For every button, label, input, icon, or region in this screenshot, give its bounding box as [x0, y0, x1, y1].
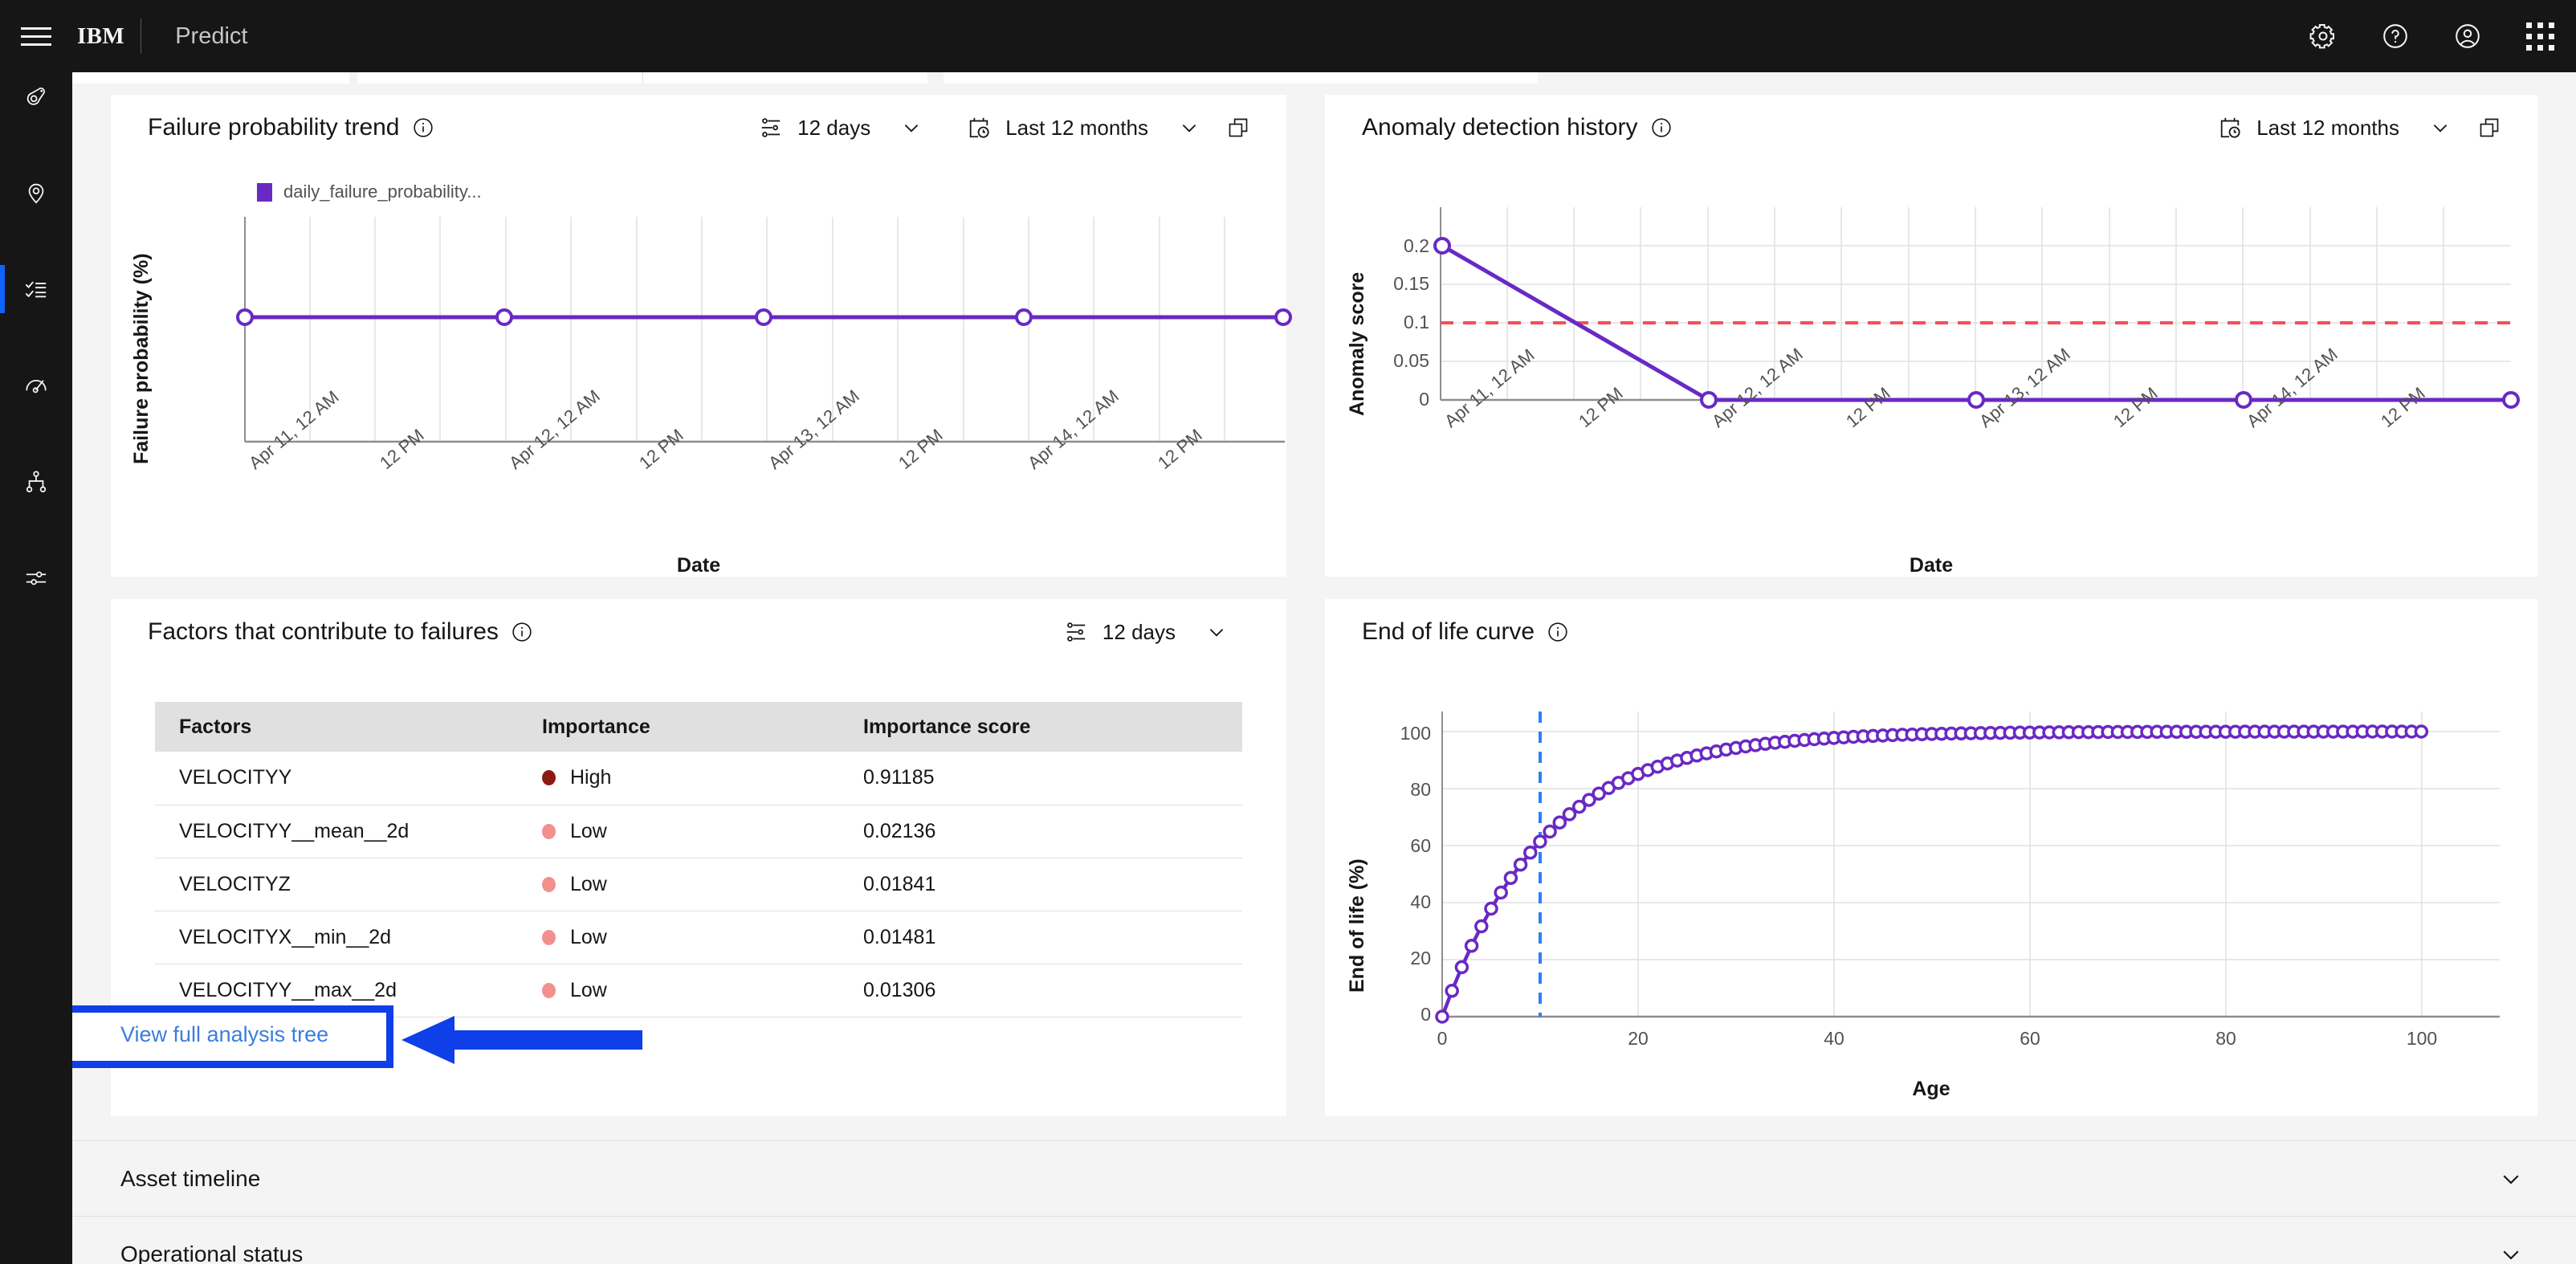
- table-row[interactable]: VELOCITYX__min__2d Low 0.01481: [155, 911, 1242, 964]
- table-row[interactable]: VELOCITYY__mean__2d Low 0.02136: [155, 805, 1242, 858]
- info-icon[interactable]: [512, 622, 532, 642]
- status-dot-low: [542, 823, 556, 839]
- status-dot-low: [542, 876, 556, 892]
- granularity-select-factors[interactable]: 12 days: [1064, 620, 1227, 645]
- table-row[interactable]: VELOCITYZ Low 0.01841: [155, 858, 1242, 911]
- status-dot-high: [542, 770, 556, 786]
- status-dot-low: [542, 982, 556, 998]
- brand-ibm: IBM: [77, 22, 125, 49]
- accordion-label: Operational status: [120, 1241, 304, 1264]
- x-axis-title-eol: Age: [1912, 1078, 1950, 1100]
- app-header: IBM Predict: [0, 0, 2576, 72]
- column-header-importance[interactable]: Importance: [518, 702, 839, 752]
- cell-importance: Low: [542, 979, 839, 1002]
- x-axis-title-anomaly: Date: [1909, 554, 1954, 577]
- left-nav-rail: [0, 72, 72, 1264]
- cell-score: 0.01481: [839, 911, 1242, 964]
- cell-score: 0.02136: [839, 805, 1242, 858]
- filter-list-icon: [1064, 620, 1088, 644]
- peek-divider: [642, 72, 643, 84]
- x-tick-label: 0: [1437, 1028, 1448, 1049]
- page-title-factors: Factors that contribute to failures: [148, 618, 499, 645]
- cell-importance: Low: [542, 926, 839, 949]
- table-row[interactable]: VELOCITYY High 0.91185: [155, 752, 1242, 805]
- sidebar-item-hierarchy[interactable]: [0, 458, 72, 506]
- sidebar-item-assets[interactable]: [0, 72, 72, 120]
- cell-importance-label: Low: [570, 978, 607, 1001]
- sidebar-item-settings[interactable]: [0, 554, 72, 602]
- x-tick-label: 60: [2020, 1028, 2040, 1049]
- card-failure-probability-trend: Failure probability trend 12 days Last 1…: [111, 95, 1292, 577]
- peek-card-1: [72, 72, 349, 84]
- help-icon[interactable]: [2359, 0, 2431, 72]
- chevron-down-icon[interactable]: [1206, 622, 1227, 642]
- sidebar-item-performance[interactable]: [0, 361, 72, 410]
- anomaly-detection-plot: [1433, 207, 2520, 409]
- cell-importance: Low: [542, 873, 839, 896]
- app-switcher-icon[interactable]: [2504, 0, 2576, 72]
- end-of-life-plot: [1435, 712, 2500, 1024]
- factors-header: Factors that contribute to failures 12 d…: [111, 599, 1286, 665]
- cell-score: 0.91185: [839, 752, 1242, 805]
- x-tick-label: 20: [1628, 1028, 1649, 1049]
- x-tick-label: 40: [1824, 1028, 1844, 1049]
- factors-table: Factors Importance Importance score VELO…: [155, 702, 1242, 1017]
- failure-probability-plot: [236, 217, 1292, 443]
- cell-factor: VELOCITYY__mean__2d: [155, 805, 518, 858]
- app-switcher-grid: [2525, 22, 2554, 51]
- cell-importance-label: Low: [570, 925, 607, 948]
- product-name: Predict: [175, 22, 248, 49]
- chevron-down-icon[interactable]: [2499, 1242, 2523, 1264]
- cell-importance-label: Low: [570, 872, 607, 895]
- x-tick-label: 100: [2406, 1028, 2438, 1049]
- factors-table-body: VELOCITYY High 0.91185 VELOCITYY__mean__…: [155, 752, 1242, 1017]
- settings-icon[interactable]: [2287, 0, 2359, 72]
- table-header-row: Factors Importance Importance score: [155, 702, 1242, 752]
- card-end-of-life-curve: End of life curve End of life (%) 100 80…: [1325, 599, 2537, 1116]
- cell-score: 0.01841: [839, 858, 1242, 911]
- cell-importance: Low: [542, 820, 839, 843]
- accordion-label: Asset timeline: [120, 1165, 261, 1191]
- column-header-importance-score[interactable]: Importance score: [839, 702, 1242, 752]
- peek-card-3: [944, 72, 1538, 84]
- cell-score: 0.01306: [839, 964, 1242, 1017]
- hamburger-menu-icon[interactable]: [0, 0, 72, 72]
- granularity-value: 12 days: [1102, 619, 1176, 644]
- main-content: Failure probability trend 12 days Last 1…: [72, 72, 2576, 1264]
- column-header-factors[interactable]: Factors: [155, 702, 518, 752]
- annotation-arrow: [401, 1016, 642, 1064]
- cell-importance: High: [542, 766, 839, 789]
- chevron-down-icon[interactable]: [2499, 1167, 2523, 1191]
- cell-factor: VELOCITYZ: [155, 858, 518, 911]
- cell-factor: VELOCITYY: [155, 752, 518, 805]
- cell-importance-label: Low: [570, 819, 607, 842]
- accordion-operational-status[interactable]: Operational status: [72, 1216, 2576, 1264]
- sidebar-item-worklist[interactable]: [0, 265, 72, 313]
- accordion-asset-timeline[interactable]: Asset timeline: [72, 1140, 2576, 1216]
- x-tick-label: 80: [2215, 1028, 2236, 1049]
- cell-factor: VELOCITYX__min__2d: [155, 911, 518, 964]
- x-axis-title-failure: Date: [676, 554, 721, 577]
- user-avatar-icon[interactable]: [2431, 0, 2504, 72]
- status-dot-low: [542, 929, 556, 945]
- sidebar-item-locations[interactable]: [0, 169, 72, 217]
- card-anomaly-detection-history: Anomaly detection history Last 12 months…: [1325, 95, 2537, 577]
- cell-importance-label: High: [570, 766, 612, 789]
- view-full-analysis-tree-link[interactable]: View full analysis tree: [120, 1022, 328, 1047]
